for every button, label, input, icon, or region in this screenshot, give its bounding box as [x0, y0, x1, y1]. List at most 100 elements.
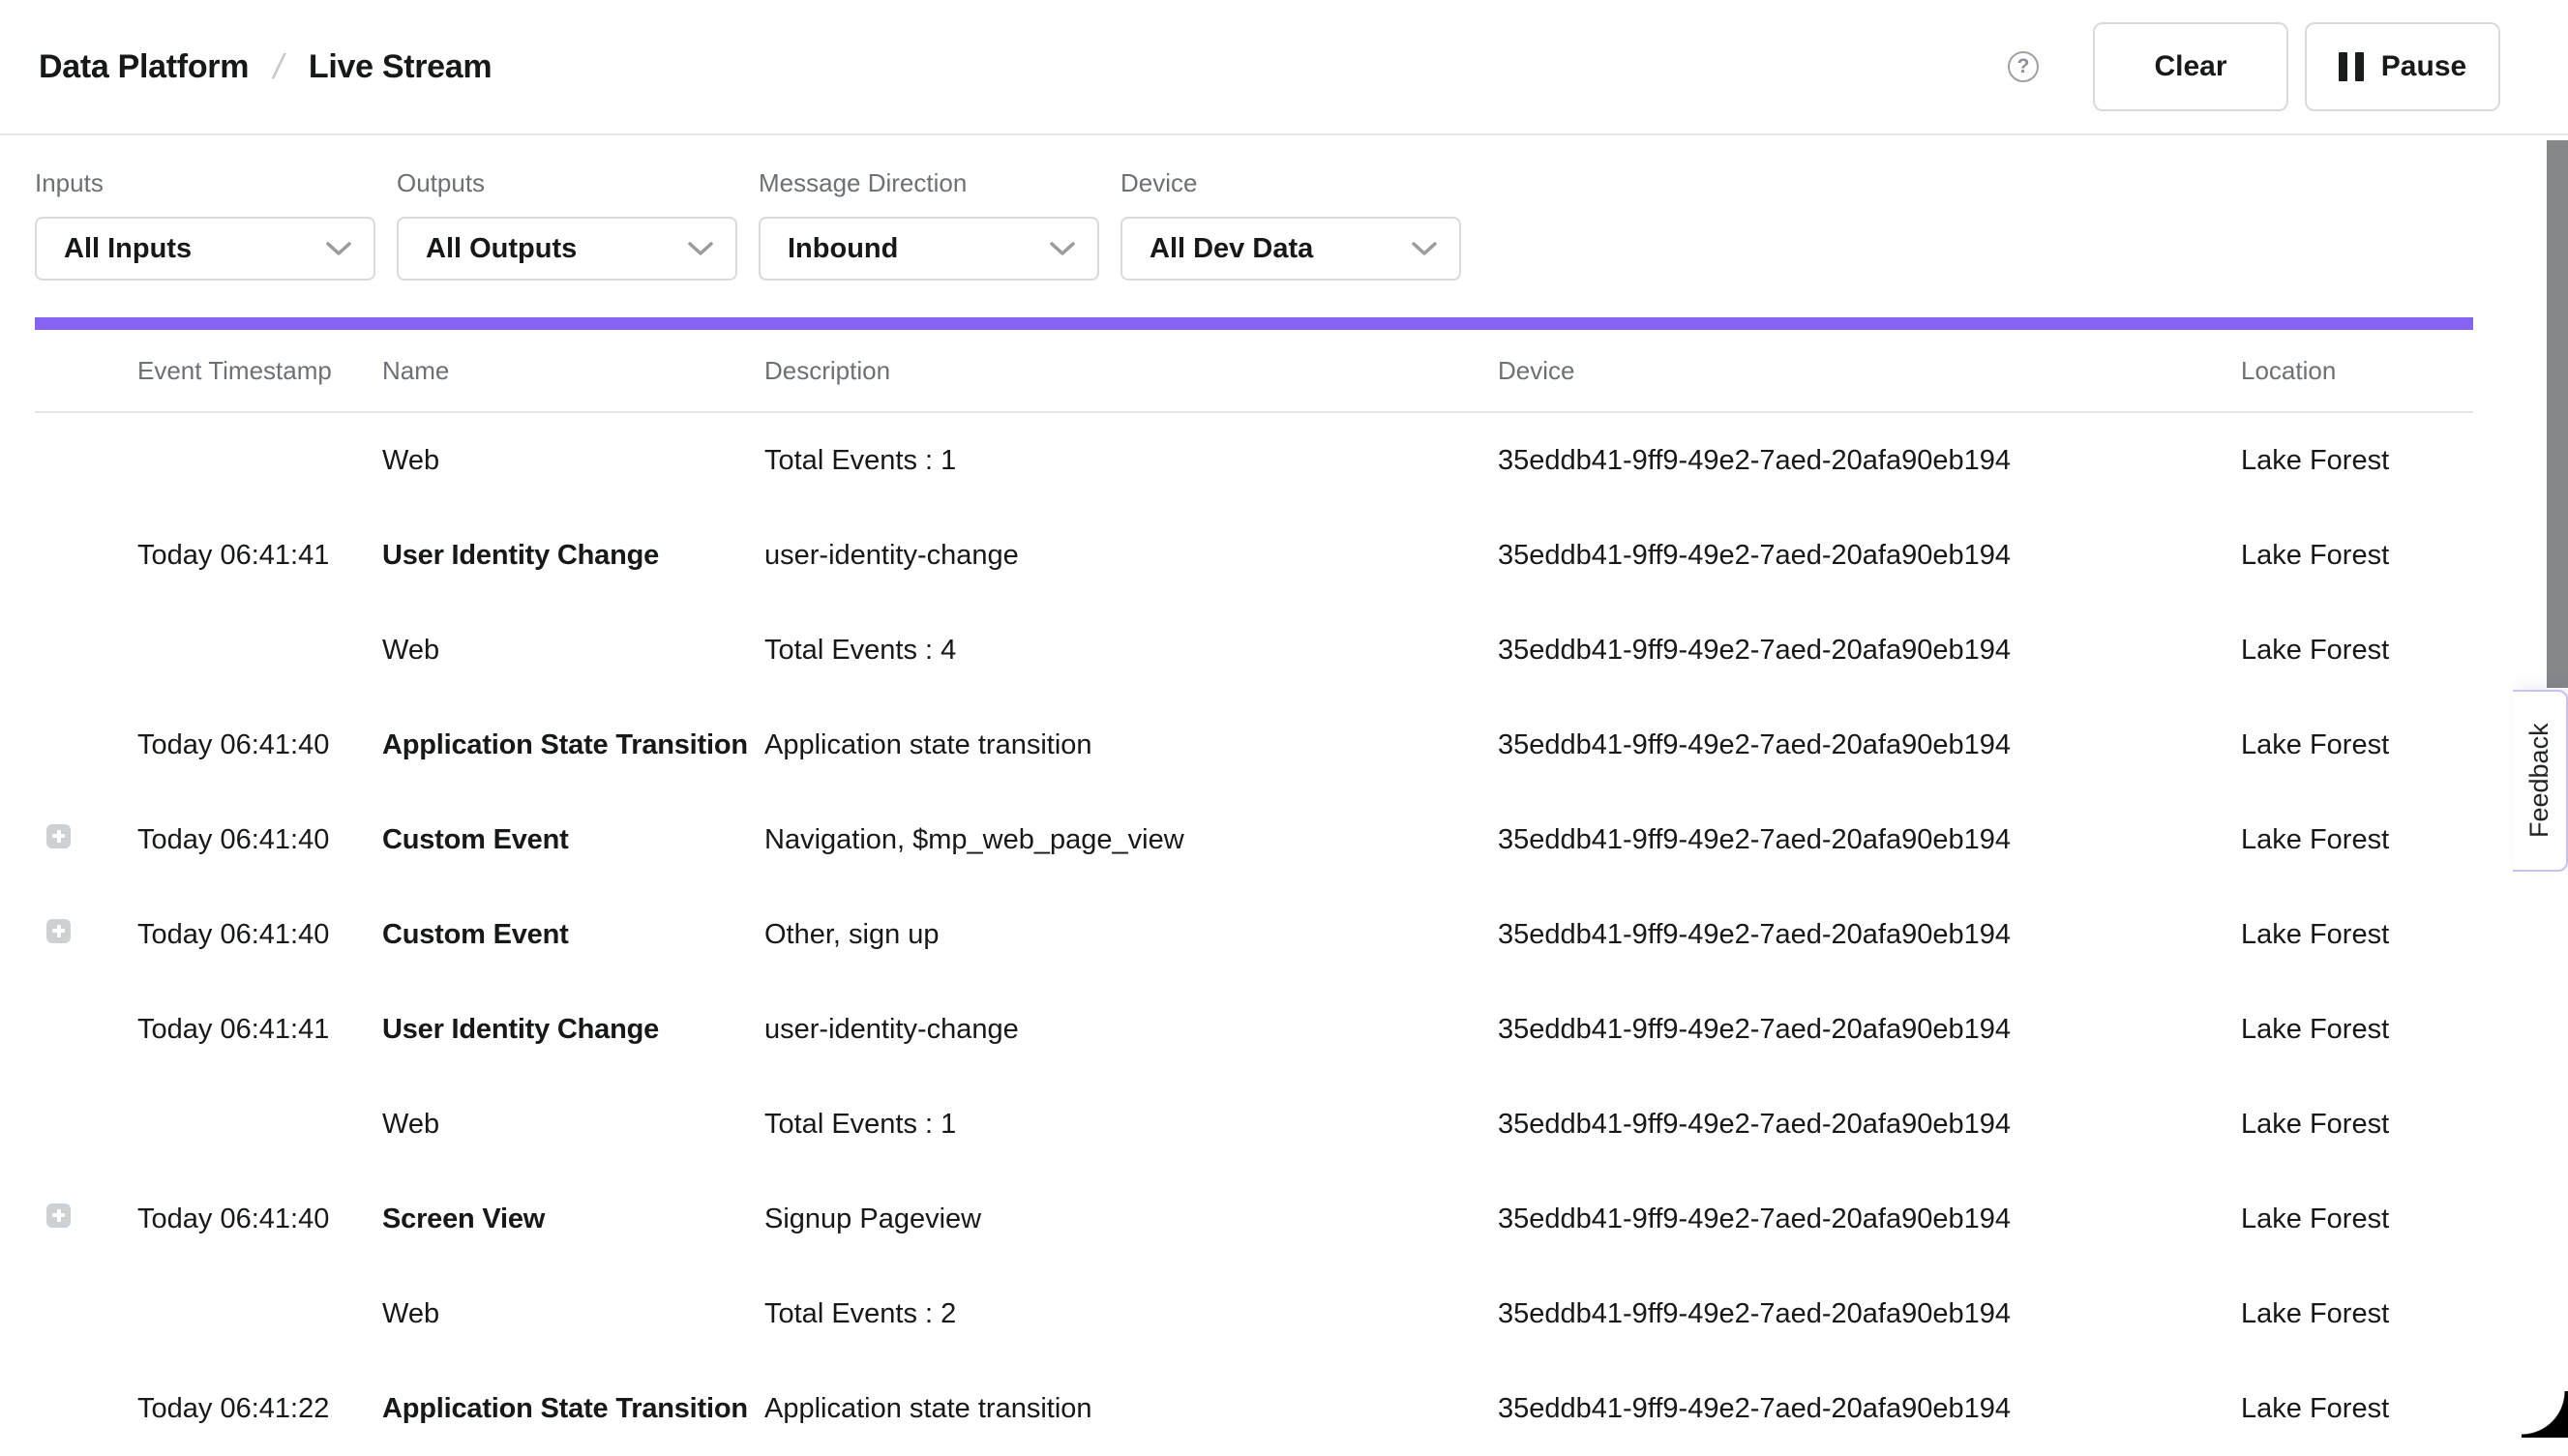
- help-icon[interactable]: ?: [2008, 51, 2039, 82]
- table-row[interactable]: Today 06:41:41 User Identity Change user…: [35, 982, 2473, 1077]
- event-description: Application state transition: [764, 1393, 1498, 1425]
- event-timestamp: Today 06:41:22: [137, 1393, 382, 1425]
- event-timestamp: Today 06:41:40: [137, 1203, 382, 1235]
- event-name: Web: [382, 1298, 764, 1330]
- event-description: Total Events : 1: [764, 1109, 1498, 1141]
- table-row[interactable]: Web Total Events : 1 35eddb41-9ff9-49e2-…: [35, 413, 2473, 508]
- event-device: 35eddb41-9ff9-49e2-7aed-20afa90eb194: [1498, 1109, 2241, 1141]
- column-header-location: Location: [2241, 356, 2473, 386]
- event-description: Navigation, $mp_web_page_view: [764, 824, 1498, 856]
- event-location: Lake Forest: [2241, 445, 2473, 477]
- event-device: 35eddb41-9ff9-49e2-7aed-20afa90eb194: [1498, 540, 2241, 572]
- table-header: Event Timestamp Name Description Device …: [35, 330, 2473, 413]
- table-body: Web Total Events : 1 35eddb41-9ff9-49e2-…: [0, 413, 2568, 1456]
- event-name: Web: [382, 445, 764, 477]
- event-location: Lake Forest: [2241, 729, 2473, 761]
- column-header-description: Description: [764, 356, 1498, 386]
- event-location: Lake Forest: [2241, 540, 2473, 572]
- column-header-name: Name: [382, 356, 764, 386]
- clear-button[interactable]: Clear: [2093, 22, 2288, 111]
- event-description: Signup Pageview: [764, 1203, 1498, 1235]
- filter-device: Device All Dev Data: [1120, 168, 1461, 281]
- expand-plus-icon[interactable]: [46, 824, 71, 848]
- event-description: Application state transition: [764, 729, 1498, 761]
- breadcrumb-item-live-stream: Live Stream: [309, 48, 492, 86]
- event-name: Application State Transition: [382, 1393, 764, 1425]
- feedback-tab[interactable]: Feedback: [2513, 690, 2568, 872]
- event-description: Total Events : 1: [764, 445, 1498, 477]
- table-row[interactable]: Today 06:41:40 Screen View Signup Pagevi…: [35, 1172, 2473, 1266]
- accent-divider: [35, 317, 2473, 330]
- table-row[interactable]: Web Total Events : 4 35eddb41-9ff9-49e2-…: [35, 603, 2473, 698]
- event-location: Lake Forest: [2241, 1014, 2473, 1046]
- outputs-select[interactable]: All Outputs: [397, 217, 737, 281]
- event-description: Other, sign up: [764, 919, 1498, 951]
- expand-cell: [35, 919, 137, 951]
- chevron-down-icon: [1049, 240, 1076, 257]
- inputs-select[interactable]: All Inputs: [35, 217, 375, 281]
- table-row[interactable]: Today 06:41:40 Custom Event Navigation, …: [35, 792, 2473, 887]
- event-timestamp: Today 06:41:40: [137, 729, 382, 761]
- event-name: Custom Event: [382, 824, 764, 856]
- outputs-select-value: All Outputs: [426, 233, 577, 265]
- event-description: Total Events : 4: [764, 635, 1498, 667]
- event-timestamp: Today 06:41:41: [137, 1014, 382, 1046]
- breadcrumb-separator: /: [268, 46, 290, 87]
- pause-icon: [2339, 52, 2364, 81]
- event-description: user-identity-change: [764, 1014, 1498, 1046]
- table-row[interactable]: Today 06:41:40 Custom Event Other, sign …: [35, 887, 2473, 982]
- breadcrumb-item-data-platform[interactable]: Data Platform: [39, 48, 249, 86]
- event-device: 35eddb41-9ff9-49e2-7aed-20afa90eb194: [1498, 729, 2241, 761]
- event-device: 35eddb41-9ff9-49e2-7aed-20afa90eb194: [1498, 445, 2241, 477]
- expand-plus-icon[interactable]: [46, 919, 71, 943]
- inputs-select-value: All Inputs: [64, 233, 192, 265]
- table-row[interactable]: Today 06:41:22 Application State Transit…: [35, 1361, 2473, 1456]
- event-device: 35eddb41-9ff9-49e2-7aed-20afa90eb194: [1498, 1014, 2241, 1046]
- event-name: User Identity Change: [382, 1014, 764, 1046]
- table-row[interactable]: Web Total Events : 2 35eddb41-9ff9-49e2-…: [35, 1266, 2473, 1361]
- event-location: Lake Forest: [2241, 824, 2473, 856]
- event-device: 35eddb41-9ff9-49e2-7aed-20afa90eb194: [1498, 919, 2241, 951]
- event-timestamp: Today 06:41:40: [137, 824, 382, 856]
- filter-bar: Inputs All Inputs Outputs All Outputs Me…: [0, 135, 2568, 281]
- event-location: Lake Forest: [2241, 635, 2473, 667]
- expand-cell: [35, 824, 137, 856]
- top-bar: Data Platform / Live Stream ? Clear Paus…: [0, 0, 2568, 135]
- event-name: User Identity Change: [382, 540, 764, 572]
- filter-message-direction-label: Message Direction: [759, 168, 1099, 197]
- clear-button-label: Clear: [2154, 50, 2226, 83]
- event-device: 35eddb41-9ff9-49e2-7aed-20afa90eb194: [1498, 824, 2241, 856]
- filter-inputs: Inputs All Inputs: [35, 168, 375, 281]
- event-name: Web: [382, 1109, 764, 1141]
- message-direction-select-value: Inbound: [788, 233, 898, 265]
- event-timestamp: Today 06:41:41: [137, 540, 382, 572]
- chevron-down-icon: [1411, 240, 1438, 257]
- filter-outputs-label: Outputs: [397, 168, 737, 197]
- event-name: Application State Transition: [382, 729, 764, 761]
- scrollbar-thumb[interactable]: [2547, 140, 2568, 688]
- pause-button-label: Pause: [2381, 50, 2466, 83]
- message-direction-select[interactable]: Inbound: [759, 217, 1099, 281]
- pause-button[interactable]: Pause: [2305, 22, 2500, 111]
- event-description: user-identity-change: [764, 540, 1498, 572]
- table-row[interactable]: Web Total Events : 1 35eddb41-9ff9-49e2-…: [35, 1077, 2473, 1172]
- event-device: 35eddb41-9ff9-49e2-7aed-20afa90eb194: [1498, 1298, 2241, 1330]
- event-name: Screen View: [382, 1203, 764, 1235]
- event-location: Lake Forest: [2241, 1393, 2473, 1425]
- chevron-down-icon: [325, 240, 352, 257]
- event-location: Lake Forest: [2241, 919, 2473, 951]
- event-device: 35eddb41-9ff9-49e2-7aed-20afa90eb194: [1498, 1203, 2241, 1235]
- event-name: Web: [382, 635, 764, 667]
- filter-message-direction: Message Direction Inbound: [759, 168, 1099, 281]
- expand-plus-icon[interactable]: [46, 1203, 71, 1228]
- table-row[interactable]: Today 06:41:40 Application State Transit…: [35, 698, 2473, 792]
- event-device: 35eddb41-9ff9-49e2-7aed-20afa90eb194: [1498, 635, 2241, 667]
- event-location: Lake Forest: [2241, 1298, 2473, 1330]
- device-select[interactable]: All Dev Data: [1120, 217, 1461, 281]
- filter-inputs-label: Inputs: [35, 168, 375, 197]
- table-row[interactable]: Today 06:41:41 User Identity Change user…: [35, 508, 2473, 603]
- filter-device-label: Device: [1120, 168, 1461, 197]
- event-device: 35eddb41-9ff9-49e2-7aed-20afa90eb194: [1498, 1393, 2241, 1425]
- event-location: Lake Forest: [2241, 1203, 2473, 1235]
- device-select-value: All Dev Data: [1150, 233, 1313, 265]
